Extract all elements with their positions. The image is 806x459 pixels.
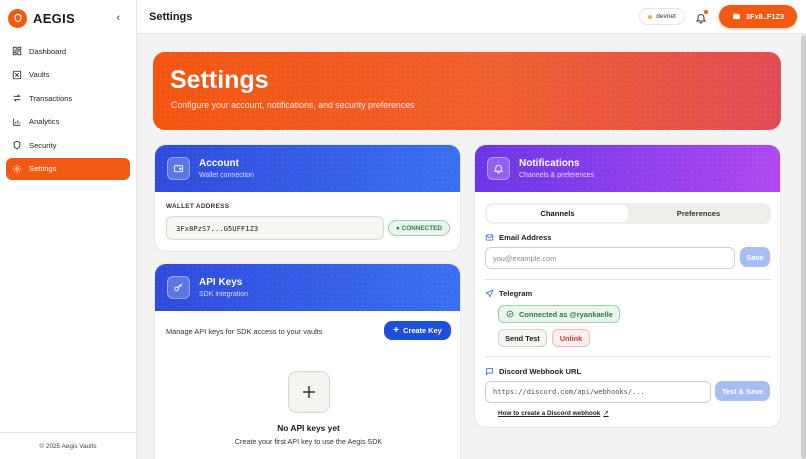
send-test-button[interactable]: Send Test bbox=[498, 329, 547, 347]
sidebar-item-label: Dashboard bbox=[29, 46, 67, 56]
tab-channels[interactable]: Channels bbox=[487, 205, 628, 222]
page-title: Settings bbox=[149, 10, 193, 23]
mail-icon bbox=[485, 234, 494, 241]
chat-icon bbox=[486, 368, 493, 376]
sidebar-item-label: Security bbox=[29, 140, 57, 150]
account-title: Account bbox=[199, 158, 239, 169]
bell-icon[interactable] bbox=[695, 9, 708, 23]
plus-icon: + bbox=[393, 325, 400, 336]
notifications-card: Notifications Channels & preferences Cha… bbox=[474, 144, 781, 428]
hero-title: Settings bbox=[170, 66, 269, 94]
test-and-save-button[interactable]: Test & Save bbox=[715, 381, 770, 401]
sidebar-item-security[interactable]: Security bbox=[6, 134, 130, 156]
brand: AEGIS ‹ bbox=[0, 1, 136, 35]
empty-state-title: No API keys yet bbox=[277, 423, 340, 433]
hero-subtitle: Configure your account, notifications, a… bbox=[171, 100, 415, 110]
email-input[interactable]: you@example.com bbox=[485, 247, 735, 269]
sidebar-item-vaults[interactable]: Vaults bbox=[6, 64, 130, 86]
sidebar-nav: Dashboard Vaults Transactions Analytics … bbox=[0, 40, 136, 180]
check-circle-icon bbox=[506, 310, 514, 318]
divider bbox=[485, 279, 771, 280]
api-keys-subtitle: SDK integration bbox=[199, 291, 249, 298]
bell-icon bbox=[487, 157, 510, 180]
external-link-icon: ↗ bbox=[603, 410, 609, 417]
sidebar-item-dashboard[interactable]: Dashboard bbox=[6, 40, 130, 62]
shield-logo-icon bbox=[8, 8, 27, 28]
create-key-label: Create Key bbox=[403, 326, 442, 335]
api-keys-card-header: API Keys SDK integration bbox=[155, 264, 460, 311]
wallet-icon bbox=[733, 13, 740, 20]
scrollbar-thumb[interactable] bbox=[801, 35, 806, 459]
wallet-icon bbox=[167, 157, 190, 180]
unlink-button[interactable]: Unlink bbox=[552, 329, 590, 347]
arrows-icon bbox=[13, 94, 21, 102]
wallet-address-label: WALLET ADDRESS bbox=[166, 203, 230, 210]
sidebar: AEGIS ‹ Dashboard Vaults Transactions An… bbox=[0, 0, 137, 459]
telegram-connected-badge: Connected as @ryankaelle bbox=[498, 305, 620, 323]
notifications-card-header: Notifications Channels & preferences bbox=[475, 145, 780, 192]
wallet-address-field[interactable]: 3Fx8PzS7...G5UFF1Z3 bbox=[166, 216, 384, 240]
key-icon bbox=[167, 276, 190, 299]
email-section-label: Email Address bbox=[485, 233, 551, 242]
sidebar-footer: © 2025 Aegis Vaults bbox=[0, 432, 136, 459]
tab-preferences[interactable]: Preferences bbox=[628, 205, 769, 222]
discord-help-link[interactable]: How to create a Discord webhook ↗ bbox=[498, 409, 609, 418]
account-card: Account Wallet connection WALLET ADDRESS… bbox=[154, 144, 461, 252]
notification-tabs: Channels Preferences bbox=[485, 203, 771, 224]
sidebar-item-label: Settings bbox=[29, 164, 57, 173]
shield-icon bbox=[13, 140, 21, 150]
discord-webhook-input[interactable]: https://discord.com/api/webhooks/... bbox=[485, 381, 711, 403]
wallet-label: 3Fx8..F1Z3 bbox=[745, 12, 785, 21]
divider bbox=[485, 356, 771, 357]
create-key-button[interactable]: + Create Key bbox=[384, 321, 451, 340]
notification-dot bbox=[704, 9, 708, 14]
top-header: Settings devnet 3Fx8..F1Z3 bbox=[137, 0, 806, 34]
api-keys-description: Manage API keys for SDK access to your v… bbox=[166, 327, 323, 336]
chart-icon bbox=[13, 118, 21, 126]
sidebar-item-label: Analytics bbox=[29, 117, 60, 126]
vault-icon bbox=[12, 70, 22, 79]
sidebar-item-label: Transactions bbox=[29, 93, 73, 103]
notifications-title: Notifications bbox=[519, 158, 580, 169]
connected-status-badge: ● CONNECTED bbox=[388, 220, 450, 236]
settings-hero: Settings Configure your account, notific… bbox=[153, 52, 781, 130]
grid-icon bbox=[12, 46, 22, 56]
gear-icon bbox=[12, 164, 22, 173]
network-badge[interactable]: devnet bbox=[639, 8, 685, 25]
notifications-subtitle: Channels & preferences bbox=[519, 172, 595, 179]
empty-state-subtitle: Create your first API key to use the Aeg… bbox=[234, 437, 383, 446]
discord-section-label: Discord Webhook URL bbox=[485, 367, 581, 376]
email-save-button[interactable]: Save bbox=[740, 247, 770, 267]
account-subtitle: Wallet connection bbox=[199, 172, 254, 179]
wallet-button[interactable]: 3Fx8..F1Z3 bbox=[719, 5, 797, 28]
network-label: devnet bbox=[656, 13, 676, 20]
sidebar-item-analytics[interactable]: Analytics bbox=[6, 111, 130, 133]
chevron-left-icon[interactable]: ‹ bbox=[116, 12, 120, 24]
api-keys-card: API Keys SDK integration Manage API keys… bbox=[154, 263, 461, 459]
send-icon bbox=[485, 289, 494, 298]
brand-name: AEGIS bbox=[33, 10, 75, 26]
telegram-section-label: Telegram bbox=[485, 289, 532, 298]
add-key-icon[interactable] bbox=[287, 371, 330, 413]
sidebar-item-settings[interactable]: Settings bbox=[6, 157, 130, 180]
network-status-dot bbox=[648, 14, 653, 19]
sidebar-item-transactions[interactable]: Transactions bbox=[6, 87, 130, 109]
api-keys-title: API Keys bbox=[199, 277, 243, 288]
account-card-header: Account Wallet connection bbox=[155, 145, 460, 192]
sidebar-item-label: Vaults bbox=[29, 70, 50, 79]
